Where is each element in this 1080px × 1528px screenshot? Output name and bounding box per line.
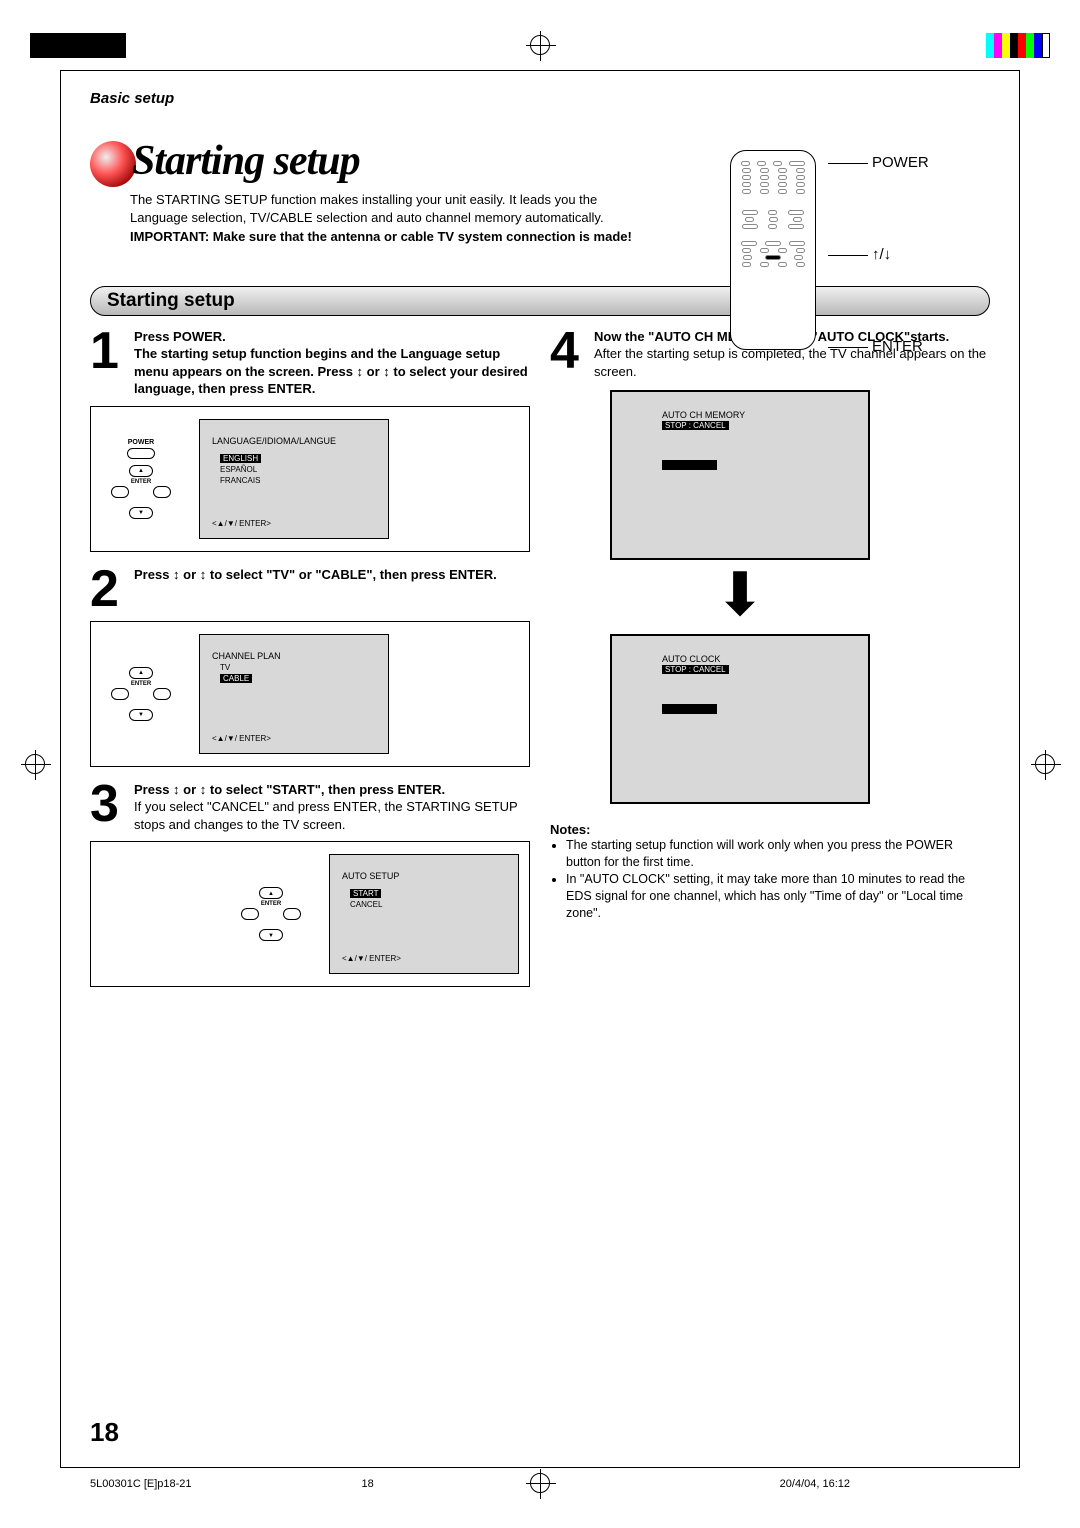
notes-title: Notes:: [550, 822, 990, 837]
registration-mark-icon: [1035, 754, 1055, 774]
screen-auto-ch-memory: AUTO CH MEMORY STOP : CANCEL: [610, 390, 870, 560]
footer-file: 5L00301C [E]p18-21: [90, 1478, 192, 1490]
mini-remote-icon: ENTER: [231, 887, 311, 941]
page-title-text: Starting setup: [132, 138, 360, 184]
step-1: 1 Press POWER. The starting setup functi…: [90, 328, 530, 398]
mini-remote-icon: ENTER: [101, 667, 181, 721]
step-3-body: If you select "CANCEL" and press ENTER, …: [134, 798, 530, 833]
section-label: Basic setup: [90, 90, 990, 107]
decorative-sphere-icon: [90, 141, 136, 187]
progress-bar-icon: [662, 704, 717, 714]
step-2-text: Press ↕ or ↕ to select "TV" or "CABLE", …: [134, 566, 497, 584]
section-heading-text: Starting setup: [107, 290, 235, 312]
step-number: 1: [90, 328, 126, 398]
left-column: 1 Press POWER. The starting setup functi…: [90, 328, 530, 1002]
step-1-line2: The starting setup function begins and t…: [134, 345, 530, 398]
step-3-text: Press ↕ or ↕ to select "START", then pre…: [134, 781, 530, 799]
screen-language: LANGUAGE/IDIOMA/LANGUE ENGLISH ESPAÑOL F…: [199, 419, 389, 539]
step-number: 4: [550, 328, 586, 381]
screen-auto-clock: AUTO CLOCK STOP : CANCEL: [610, 634, 870, 804]
footer-date: 20/4/04, 16:12: [780, 1478, 850, 1490]
page-number: 18: [90, 1417, 119, 1448]
intro-block: The STARTING SETUP function makes instal…: [130, 191, 650, 246]
registration-mark-icon: [530, 35, 550, 55]
figure-1: POWER ENTER LANGUAGE/IDIOMA/LANGUE ENGLI…: [90, 406, 530, 552]
remote-labels: POWER ↑/↓ ENTER: [828, 154, 929, 355]
progress-bar-icon: [662, 460, 717, 470]
down-arrow-icon: ⬇: [610, 560, 870, 630]
intro-p1: The STARTING SETUP function makes instal…: [130, 191, 650, 226]
registration-mark-icon: [25, 754, 45, 774]
mini-remote-icon: POWER ENTER: [101, 439, 181, 519]
step-1-line1: Press POWER.: [134, 328, 530, 346]
screen-channel-plan: CHANNEL PLAN TV CABLE <▲/▼/ ENTER>: [199, 634, 389, 754]
remote-enter-label: ENTER: [828, 338, 929, 355]
footer-page: 18: [362, 1478, 374, 1490]
footer-metadata: 5L00301C [E]p18-21 18 20/4/04, 16:12: [90, 1478, 990, 1490]
remote-power-label: POWER: [828, 154, 929, 171]
screen-auto-setup: AUTO SETUP START CANCEL <▲/▼/ ENTER>: [329, 854, 519, 974]
note-1: The starting setup function will work on…: [566, 837, 990, 871]
remote-illustration: POWER ↑/↓ ENTER: [730, 150, 990, 355]
step-number: 2: [90, 566, 126, 613]
figure-2: ENTER CHANNEL PLAN TV CABLE <▲/▼/ ENTER>: [90, 621, 530, 767]
step-3: 3 Press ↕ or ↕ to select "START", then p…: [90, 781, 530, 834]
note-2: In "AUTO CLOCK" setting, it may take mor…: [566, 871, 990, 922]
notes-section: Notes: The starting setup function will …: [550, 822, 990, 921]
step-number: 3: [90, 781, 126, 834]
figure-3: ENTER AUTO SETUP START CANCEL <▲/▼/ ENTE…: [90, 841, 530, 987]
intro-important: IMPORTANT: Make sure that the antenna or…: [130, 228, 650, 246]
right-column: 4 Now the "AUTO CH MEMORY" and "AUTO CLO…: [550, 328, 990, 1002]
remote-control-icon: [730, 150, 816, 350]
step-2: 2 Press ↕ or ↕ to select "TV" or "CABLE"…: [90, 566, 530, 613]
remote-arrows-label: ↑/↓: [828, 246, 929, 263]
